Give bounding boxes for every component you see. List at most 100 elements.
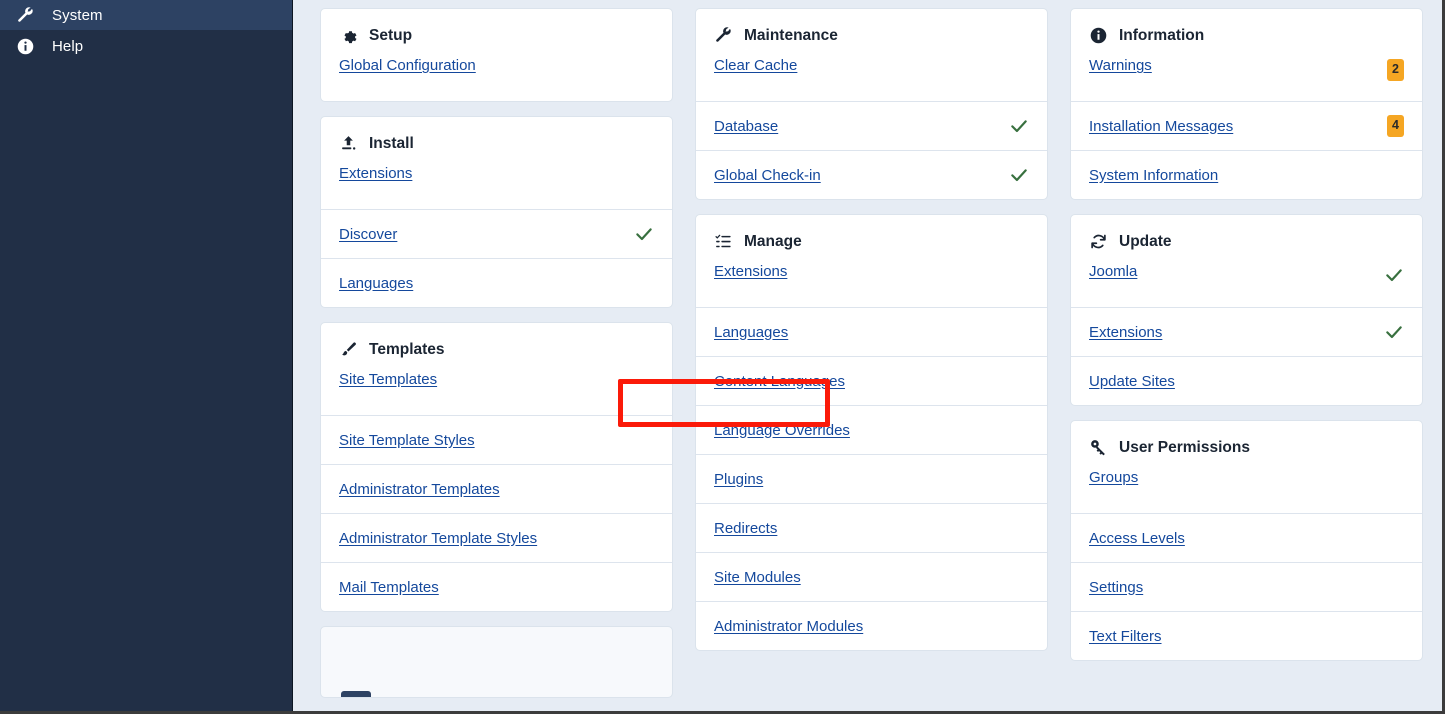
link-extensions[interactable]: Extensions — [339, 165, 412, 182]
paintbrush-icon — [339, 340, 358, 359]
card-row[interactable]: Content Languages — [696, 356, 1047, 405]
link-groups[interactable]: Groups — [1089, 469, 1138, 486]
link-global-configuration[interactable]: Global Configuration — [339, 57, 476, 74]
card-row[interactable]: Languages — [696, 307, 1047, 356]
link-site-templates[interactable]: Site Templates — [339, 371, 437, 388]
card-row[interactable]: Update Sites — [1071, 356, 1422, 405]
card-row[interactable]: Discover — [321, 209, 672, 258]
key-icon — [1089, 438, 1108, 457]
card-row[interactable]: Site Template Styles — [321, 415, 672, 464]
card-title: Update — [1119, 233, 1172, 251]
sidebar-item-label: System — [52, 7, 103, 24]
card-partially-visible — [320, 626, 673, 698]
card-header: User Permissions — [1071, 421, 1422, 471]
card-row[interactable]: Site Modules — [696, 552, 1047, 601]
card-row[interactable]: Extensions — [1071, 307, 1422, 356]
link-text-filters[interactable]: Text Filters — [1089, 628, 1162, 645]
card-row[interactable]: System Information — [1071, 150, 1422, 199]
card-row[interactable]: Extensions — [696, 265, 1047, 307]
card-row[interactable]: Settings — [1071, 562, 1422, 611]
card-title: Manage — [744, 233, 802, 251]
card-row[interactable]: Language Overrides — [696, 405, 1047, 454]
link-discover[interactable]: Discover — [339, 226, 397, 243]
sidebar-item-help[interactable]: Help — [0, 30, 292, 62]
link-administrator-templates[interactable]: Administrator Templates — [339, 481, 500, 498]
card-row[interactable]: Global Configuration — [321, 59, 672, 101]
card-header: Update — [1071, 215, 1422, 265]
sidebar-item-system[interactable]: System — [0, 0, 292, 30]
link-extensions[interactable]: Extensions — [714, 263, 787, 280]
link-installation-messages[interactable]: Installation Messages — [1089, 118, 1233, 135]
link-content-languages[interactable]: Content Languages — [714, 373, 845, 390]
card-row[interactable]: Warnings 2 — [1071, 59, 1422, 101]
card-title: Maintenance — [744, 27, 838, 45]
link-plugins[interactable]: Plugins — [714, 471, 763, 488]
card-templates: Templates Site Templates Site Template S… — [320, 322, 673, 612]
card-row[interactable]: Joomla — [1071, 265, 1422, 307]
link-joomla[interactable]: Joomla — [1089, 263, 1137, 280]
column-1: Setup Global Configuration — [320, 8, 673, 698]
card-row[interactable]: Administrator Template Styles — [321, 513, 672, 562]
card-row[interactable]: Administrator Templates — [321, 464, 672, 513]
link-global-check-in[interactable]: Global Check-in — [714, 167, 821, 184]
card-maintenance: Maintenance Clear Cache Database Global … — [695, 8, 1048, 200]
link-language-overrides[interactable]: Language Overrides — [714, 422, 850, 439]
gear-icon — [339, 26, 358, 45]
link-clear-cache[interactable]: Clear Cache — [714, 57, 797, 74]
link-database[interactable]: Database — [714, 118, 778, 135]
card-row[interactable]: Text Filters — [1071, 611, 1422, 660]
link-administrator-modules[interactable]: Administrator Modules — [714, 618, 863, 635]
card-title: Templates — [369, 341, 445, 359]
wrench-icon — [14, 4, 36, 26]
card-title: Information — [1119, 27, 1204, 45]
card-header: Setup — [321, 9, 672, 59]
link-site-modules[interactable]: Site Modules — [714, 569, 801, 586]
status-badge: 4 — [1387, 115, 1404, 137]
card-row[interactable]: Groups — [1071, 471, 1422, 513]
card-title: Setup — [369, 27, 412, 45]
check-icon — [1384, 265, 1404, 285]
check-icon — [634, 224, 654, 244]
link-languages[interactable]: Languages — [714, 324, 788, 341]
info-circle-icon — [14, 35, 36, 57]
card-row[interactable]: Installation Messages 4 — [1071, 101, 1422, 150]
card-row[interactable]: Mail Templates — [321, 562, 672, 611]
link-warnings[interactable]: Warnings — [1089, 57, 1152, 74]
card-row[interactable]: Redirects — [696, 503, 1047, 552]
link-languages[interactable]: Languages — [339, 275, 413, 292]
card-row[interactable]: Extensions — [321, 167, 672, 209]
upload-icon — [339, 134, 358, 153]
check-icon — [1009, 165, 1029, 185]
card-row[interactable]: Global Check-in — [696, 150, 1047, 199]
card-title: User Permissions — [1119, 439, 1250, 457]
card-row[interactable]: Administrator Modules — [696, 601, 1047, 650]
wrench-icon — [714, 26, 733, 45]
link-extensions[interactable]: Extensions — [1089, 324, 1162, 341]
card-title: Install — [369, 135, 414, 153]
link-redirects[interactable]: Redirects — [714, 520, 777, 537]
card-header: Information — [1071, 9, 1422, 59]
card-header: Manage — [696, 215, 1047, 265]
link-mail-templates[interactable]: Mail Templates — [339, 579, 439, 596]
info-circle-icon — [1089, 26, 1108, 45]
link-access-levels[interactable]: Access Levels — [1089, 530, 1185, 547]
card-row[interactable]: Plugins — [696, 454, 1047, 503]
link-administrator-template-styles[interactable]: Administrator Template Styles — [339, 530, 537, 547]
check-icon — [1384, 322, 1404, 342]
column-2: Maintenance Clear Cache Database Global … — [695, 8, 1048, 651]
card-row[interactable]: Database — [696, 101, 1047, 150]
card-manage: Manage Extensions Languages Content Lang… — [695, 214, 1048, 651]
link-settings[interactable]: Settings — [1089, 579, 1143, 596]
check-icon — [1009, 116, 1029, 136]
card-information: Information Warnings 2 Installation Mess… — [1070, 8, 1423, 200]
card-row[interactable]: Access Levels — [1071, 513, 1422, 562]
card-header: Install — [321, 117, 672, 167]
link-update-sites[interactable]: Update Sites — [1089, 373, 1175, 390]
card-row[interactable]: Languages — [321, 258, 672, 307]
link-system-information[interactable]: System Information — [1089, 167, 1218, 184]
card-header: Templates — [321, 323, 672, 373]
link-site-template-styles[interactable]: Site Template Styles — [339, 432, 475, 449]
card-header: Maintenance — [696, 9, 1047, 59]
card-row[interactable]: Clear Cache — [696, 59, 1047, 101]
card-row[interactable]: Site Templates — [321, 373, 672, 415]
